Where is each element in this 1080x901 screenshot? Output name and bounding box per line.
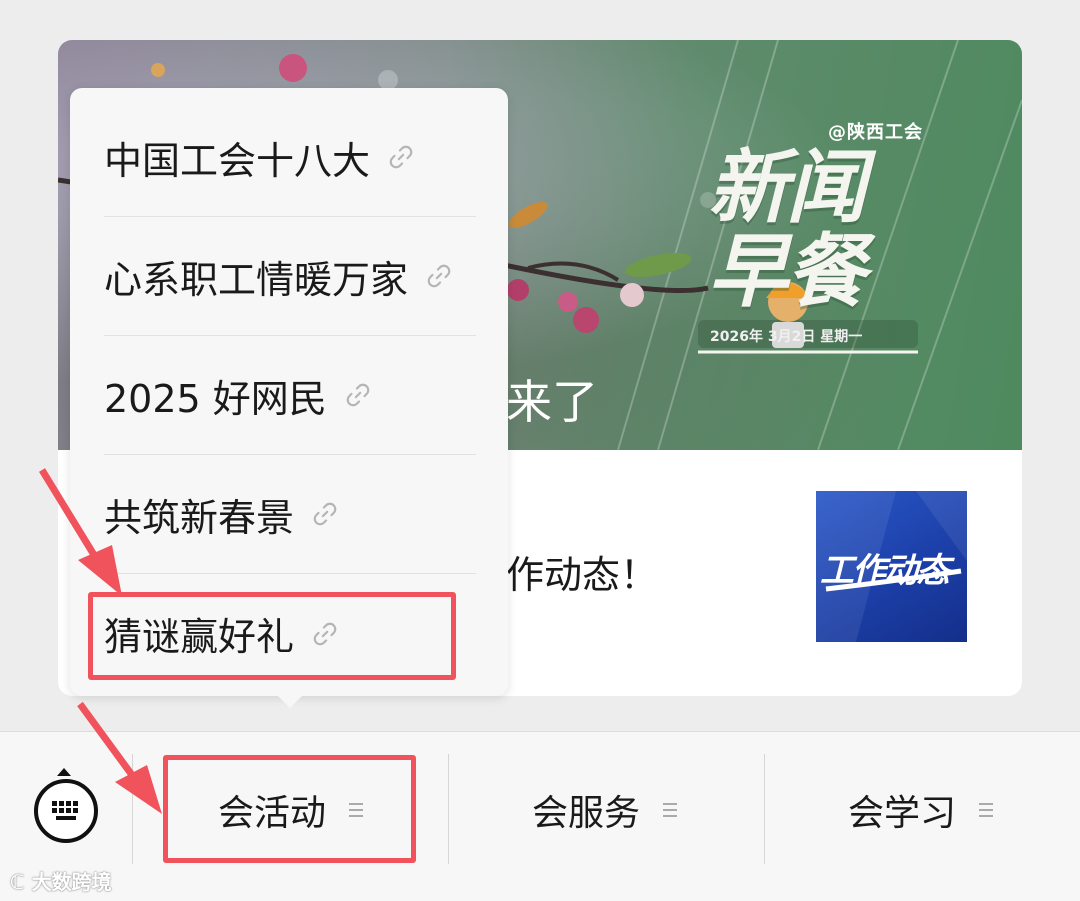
submenu-item-label: 中国工会十八大 [104, 138, 371, 183]
highlight-box-tab [163, 755, 416, 863]
submenu-item-3[interactable]: 共筑新春景 [104, 455, 476, 574]
watermark-logo-icon: ℂ [10, 870, 25, 894]
submenu-popup-pointer [276, 694, 304, 708]
keyboard-caret-icon [57, 768, 71, 776]
menu-divider [448, 754, 449, 864]
submenu-item-0[interactable]: 中国工会十八大 [104, 98, 476, 217]
link-icon [427, 264, 451, 288]
menu-lines-icon [663, 803, 677, 817]
thumbnail-text: 工作动态 [820, 551, 950, 591]
article-headline[interactable]: 来了 [506, 366, 598, 432]
menu-divider [132, 754, 133, 864]
watermark: ℂ 大数跨境 [10, 866, 112, 895]
watermark-text: 大数跨境 [31, 870, 112, 894]
cover-date: 2026年 3月2日 星期一 [710, 329, 863, 345]
tab-label: 会学习 [847, 793, 956, 834]
second-article-title[interactable]: 作动态！ [506, 544, 658, 599]
link-icon [346, 383, 370, 407]
tab-learning[interactable]: 会学习 [786, 772, 1056, 848]
bottom-menu-bar: 会活动 会服务 会学习 [0, 731, 1080, 901]
tab-services[interactable]: 会服务 [470, 772, 740, 848]
menu-divider [764, 754, 765, 864]
submenu-item-2[interactable]: 2025 好网民 [104, 336, 476, 455]
link-icon [313, 502, 337, 526]
second-article-thumbnail[interactable]: 工作动态 [816, 491, 967, 642]
keyboard-toggle-button[interactable] [34, 779, 98, 843]
keyboard-icon [52, 801, 78, 820]
submenu-item-label: 心系职工情暖万家 [104, 257, 409, 302]
cover-title-line2: 早餐 [708, 225, 866, 318]
link-icon [389, 145, 413, 169]
submenu-item-1[interactable]: 心系职工情暖万家 [104, 217, 476, 336]
submenu-item-label: 2025 好网民 [104, 376, 327, 421]
highlight-box-submenu-item [88, 592, 456, 680]
tab-label: 会服务 [531, 793, 640, 834]
menu-lines-icon [979, 803, 993, 817]
submenu-item-label: 共筑新春景 [104, 495, 295, 540]
cover-title-line1: 新闻 [708, 141, 866, 234]
